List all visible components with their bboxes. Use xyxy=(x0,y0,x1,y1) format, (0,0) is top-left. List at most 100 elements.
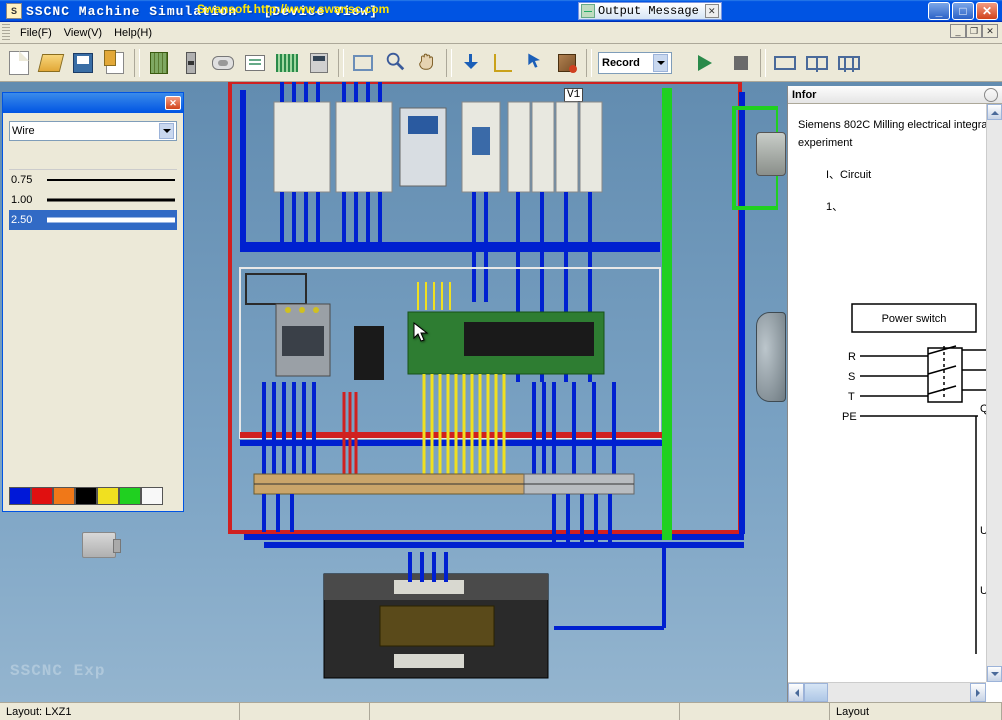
output-tab-close-button[interactable]: ✕ xyxy=(705,4,719,18)
menu-view[interactable]: View(V) xyxy=(58,25,108,41)
info-vertical-scrollbar[interactable] xyxy=(986,104,1002,682)
wire-type-dropdown[interactable]: Wire xyxy=(9,121,177,141)
toolbar-zoom-button[interactable] xyxy=(380,48,410,78)
color-swatch-green[interactable] xyxy=(119,487,141,505)
toolbar-save-button[interactable] xyxy=(68,48,98,78)
mdi-close-button[interactable]: ✕ xyxy=(982,24,998,38)
toolbar-view-single-button[interactable] xyxy=(770,48,800,78)
toolbar-io-button[interactable] xyxy=(272,48,302,78)
toolbar-play-button[interactable] xyxy=(694,48,724,78)
color-swatch-orange[interactable] xyxy=(53,487,75,505)
toolbar-separator xyxy=(586,49,592,77)
app-icon: S xyxy=(6,3,22,19)
open-folder-icon xyxy=(38,54,64,72)
svg-text:T: T xyxy=(848,391,855,403)
output-message-tab[interactable]: Output Message ✕ xyxy=(578,2,722,20)
window-minimize-button[interactable]: _ xyxy=(928,2,950,20)
menu-grip[interactable] xyxy=(2,24,10,42)
window-close-button[interactable]: ✕ xyxy=(976,2,998,20)
wire-size-row[interactable]: 0.75 xyxy=(9,170,177,190)
record-dropdown[interactable]: Record xyxy=(598,52,672,74)
toolbar-package-button[interactable] xyxy=(552,48,582,78)
section-item: 1、 xyxy=(798,198,992,216)
wire-size-row-selected[interactable]: 2.50 xyxy=(9,210,177,230)
scroll-left-button[interactable] xyxy=(788,683,804,702)
scroll-thumb[interactable] xyxy=(804,683,828,702)
view-single-icon xyxy=(774,56,796,70)
toolbar-new-button[interactable] xyxy=(4,48,34,78)
view-split2-icon xyxy=(806,56,828,70)
mdi-minimize-button[interactable]: _ xyxy=(950,24,966,38)
color-swatch-blue[interactable] xyxy=(9,487,31,505)
wire-color-palette xyxy=(9,487,163,505)
device-icon xyxy=(212,56,234,70)
canvas-watermark: SSCNC Exp xyxy=(10,662,105,680)
output-icon xyxy=(581,4,595,18)
module-icon xyxy=(150,52,168,74)
info-panel-title: Infor xyxy=(792,89,816,101)
menu-help[interactable]: Help(H) xyxy=(108,25,158,41)
toolbar-rack-button[interactable] xyxy=(176,48,206,78)
color-swatch-black[interactable] xyxy=(75,487,97,505)
motor-component-top[interactable] xyxy=(756,132,786,176)
info-panel-header[interactable]: Infor xyxy=(788,86,1002,104)
network-icon xyxy=(245,55,265,71)
wire-type-value: Wire xyxy=(12,125,159,137)
magnifier-icon xyxy=(384,50,406,75)
info-panel: Infor Siemens 802C Milling electrical in… xyxy=(787,86,1002,702)
toolbar-pan-button[interactable] xyxy=(412,48,442,78)
status-layout-right: Layout xyxy=(830,703,1002,720)
experiment-title: Siemens 802C Milling electrical integral… xyxy=(798,116,992,152)
pin-icon[interactable] xyxy=(984,88,998,102)
paste-icon xyxy=(106,52,124,74)
wire-size-list: 0.75 1.00 2.50 xyxy=(9,169,177,230)
toolbar-view-split3-button[interactable] xyxy=(834,48,864,78)
wire-size-row[interactable]: 1.00 xyxy=(9,190,177,210)
toolbar-select-rect-button[interactable] xyxy=(348,48,378,78)
toolbar-view-split2-button[interactable] xyxy=(802,48,832,78)
toolbar-device-button[interactable] xyxy=(208,48,238,78)
wire-panel-close-button[interactable]: ✕ xyxy=(165,96,181,110)
electrical-panel-canvas[interactable]: V1 xyxy=(194,82,778,702)
info-horizontal-scrollbar[interactable] xyxy=(788,682,986,702)
toolbar-network-button[interactable] xyxy=(240,48,270,78)
scroll-down-button[interactable] xyxy=(987,666,1002,682)
scroll-up-button[interactable] xyxy=(987,104,1002,120)
view-split3-icon xyxy=(838,56,860,70)
mdi-restore-button[interactable]: ❐ xyxy=(966,24,982,38)
window-maximize-button[interactable]: □ xyxy=(952,2,974,20)
toolbar-module-button[interactable] xyxy=(144,48,174,78)
wire-size-value: 0.75 xyxy=(11,174,47,186)
section-heading: I、Circuit xyxy=(798,166,992,184)
circuit-diagram: Power switch Sp R S T PE xyxy=(798,254,1002,680)
toolbar-separator xyxy=(134,49,140,77)
color-swatch-white[interactable] xyxy=(141,487,163,505)
window-titlebar: S SSCNC Machine Simulation - [Device Vie… xyxy=(0,0,1002,22)
wire-tool-panel: ✕ Wire 0.75 1.00 2.50 xyxy=(2,92,184,512)
motor-component[interactable] xyxy=(756,312,786,402)
stop-icon xyxy=(734,56,748,70)
color-swatch-yellow[interactable] xyxy=(97,487,119,505)
hand-icon xyxy=(416,50,438,75)
toolbar-separator xyxy=(338,49,344,77)
rect-select-icon xyxy=(353,55,373,71)
main-toolbar: Record xyxy=(0,44,1002,82)
wire-panel-titlebar[interactable]: ✕ xyxy=(3,93,183,113)
toolbar-axis-button[interactable] xyxy=(488,48,518,78)
toolbar-stop-button[interactable] xyxy=(726,48,756,78)
toolbar-panel-button[interactable] xyxy=(304,48,334,78)
color-swatch-red[interactable] xyxy=(31,487,53,505)
workspace: ✕ Wire 0.75 1.00 2.50 xyxy=(0,82,1002,702)
toolbar-separator xyxy=(446,49,452,77)
play-icon xyxy=(698,55,720,71)
menu-file[interactable]: File(F) xyxy=(14,25,58,41)
toolbar-download-button[interactable] xyxy=(456,48,486,78)
mdi-window-controls: _ ❐ ✕ xyxy=(950,24,998,38)
pointer-icon xyxy=(525,51,545,74)
toolbar-pointer-button[interactable] xyxy=(520,48,550,78)
toolbar-open-button[interactable] xyxy=(36,48,66,78)
scroll-right-button[interactable] xyxy=(970,683,986,702)
new-file-icon xyxy=(9,51,29,75)
floating-connector-component[interactable] xyxy=(82,532,116,558)
toolbar-paste-button[interactable] xyxy=(100,48,130,78)
